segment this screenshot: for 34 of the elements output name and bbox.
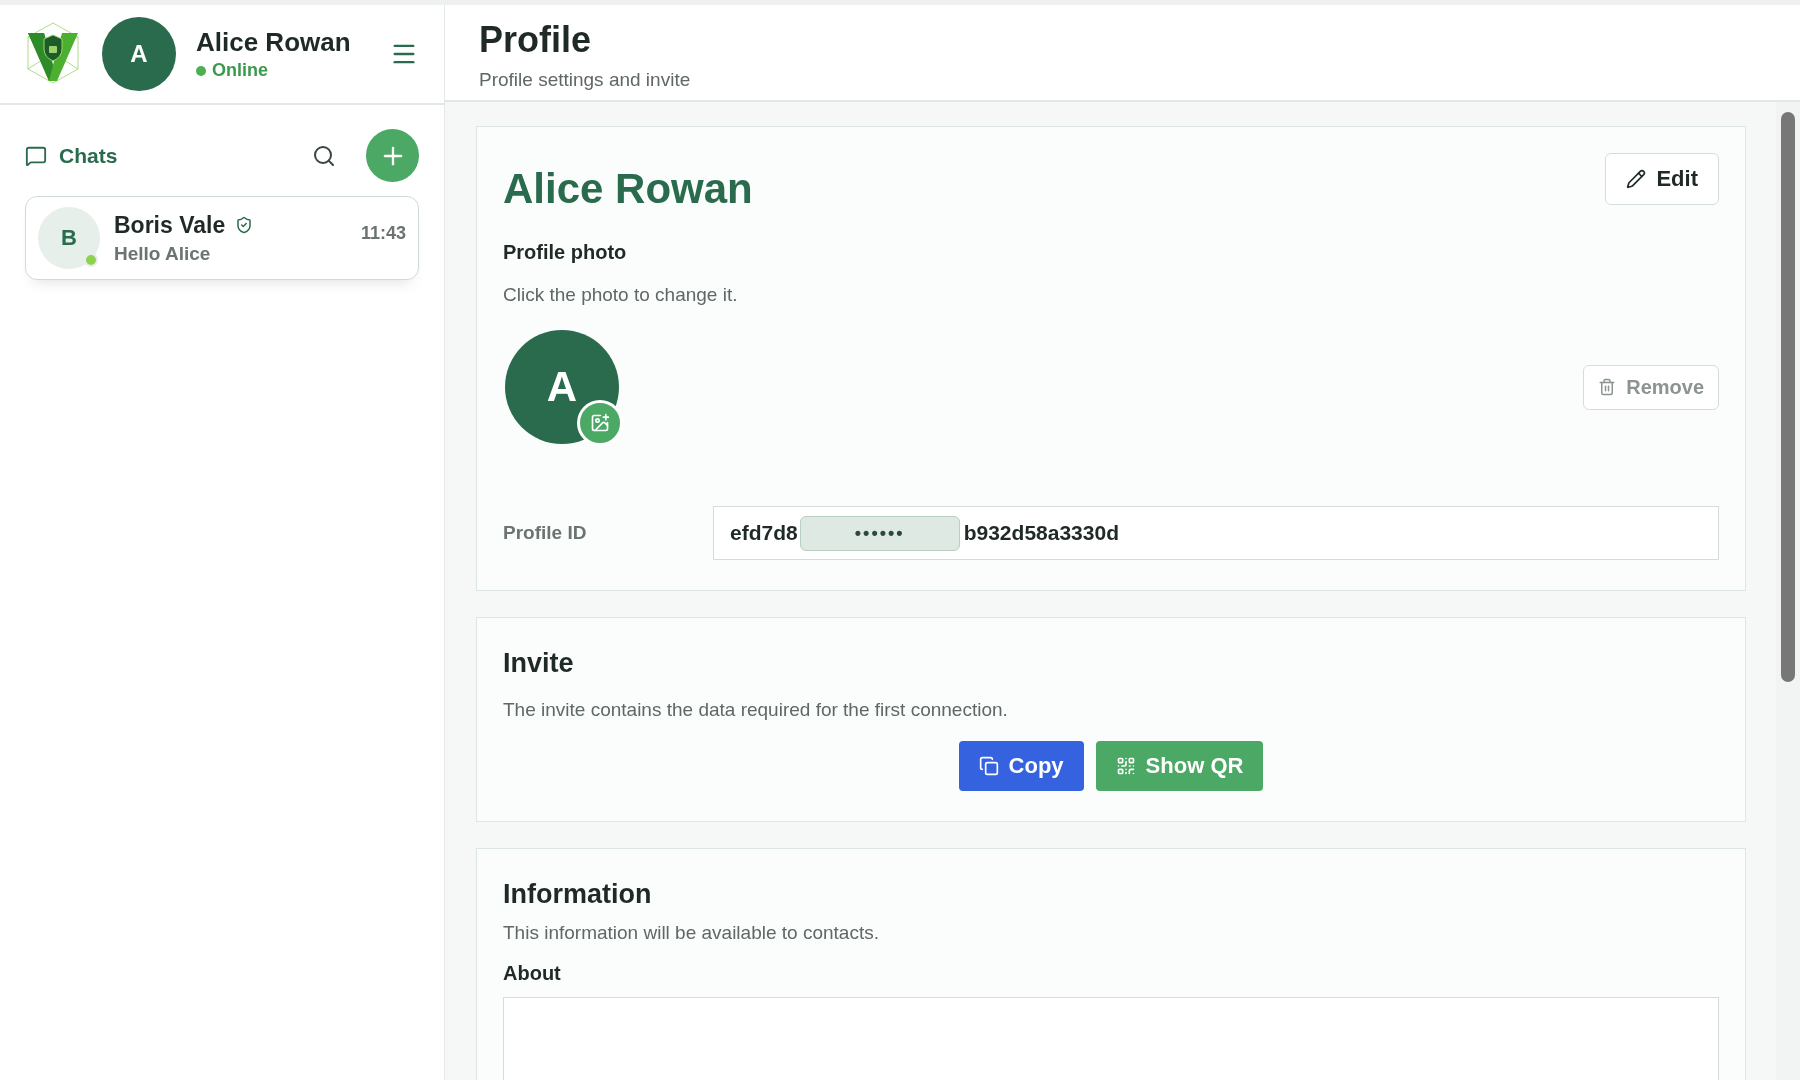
page-title: Profile: [479, 19, 593, 61]
page-subtitle: Profile settings and invite: [479, 69, 692, 91]
contact-avatar: B: [38, 207, 100, 269]
scrollbar-thumb[interactable]: [1781, 112, 1795, 682]
information-description: This information will be available to contacts.: [503, 922, 880, 944]
profile-name: Alice Rowan: [503, 165, 753, 213]
user-avatar[interactable]: A: [102, 17, 176, 91]
chat-item[interactable]: B Boris Vale Hello Alice 11:43: [25, 196, 419, 280]
copy-icon: [978, 756, 999, 776]
search-icon: [312, 143, 336, 168]
invite-title: Invite: [503, 648, 575, 679]
information-title: Information: [503, 879, 653, 910]
profile-id-field[interactable]: efd7d8 •••••• b932d58a3330d: [713, 506, 1719, 560]
edit-button[interactable]: Edit: [1605, 153, 1719, 205]
trash-icon: [1598, 378, 1617, 396]
profile-id-label: Profile ID: [503, 522, 588, 544]
image-plus-icon: [590, 413, 610, 433]
about-label: About: [503, 962, 562, 985]
user-name: Alice Rowan: [196, 27, 352, 58]
invite-description: The invite contains the data required for the first connection.: [503, 699, 1009, 721]
qr-code-icon: [1115, 756, 1136, 776]
contact-name: Boris Vale: [114, 211, 226, 239]
id-mask[interactable]: ••••••: [799, 515, 960, 551]
add-chat-button[interactable]: [366, 129, 419, 182]
add-image-badge[interactable]: [577, 400, 623, 446]
photo-heading: Profile photo: [503, 241, 628, 264]
last-message: Hello Alice: [114, 242, 212, 265]
chat-bubble-icon: [25, 144, 47, 167]
status-text: Online: [212, 60, 268, 81]
pencil-icon: [1626, 169, 1647, 189]
copy-button[interactable]: Copy: [958, 741, 1084, 791]
message-time: 11:43: [360, 223, 406, 244]
photo-hint: Click the photo to change it.: [503, 284, 739, 306]
chats-title: Chats: [59, 143, 119, 168]
